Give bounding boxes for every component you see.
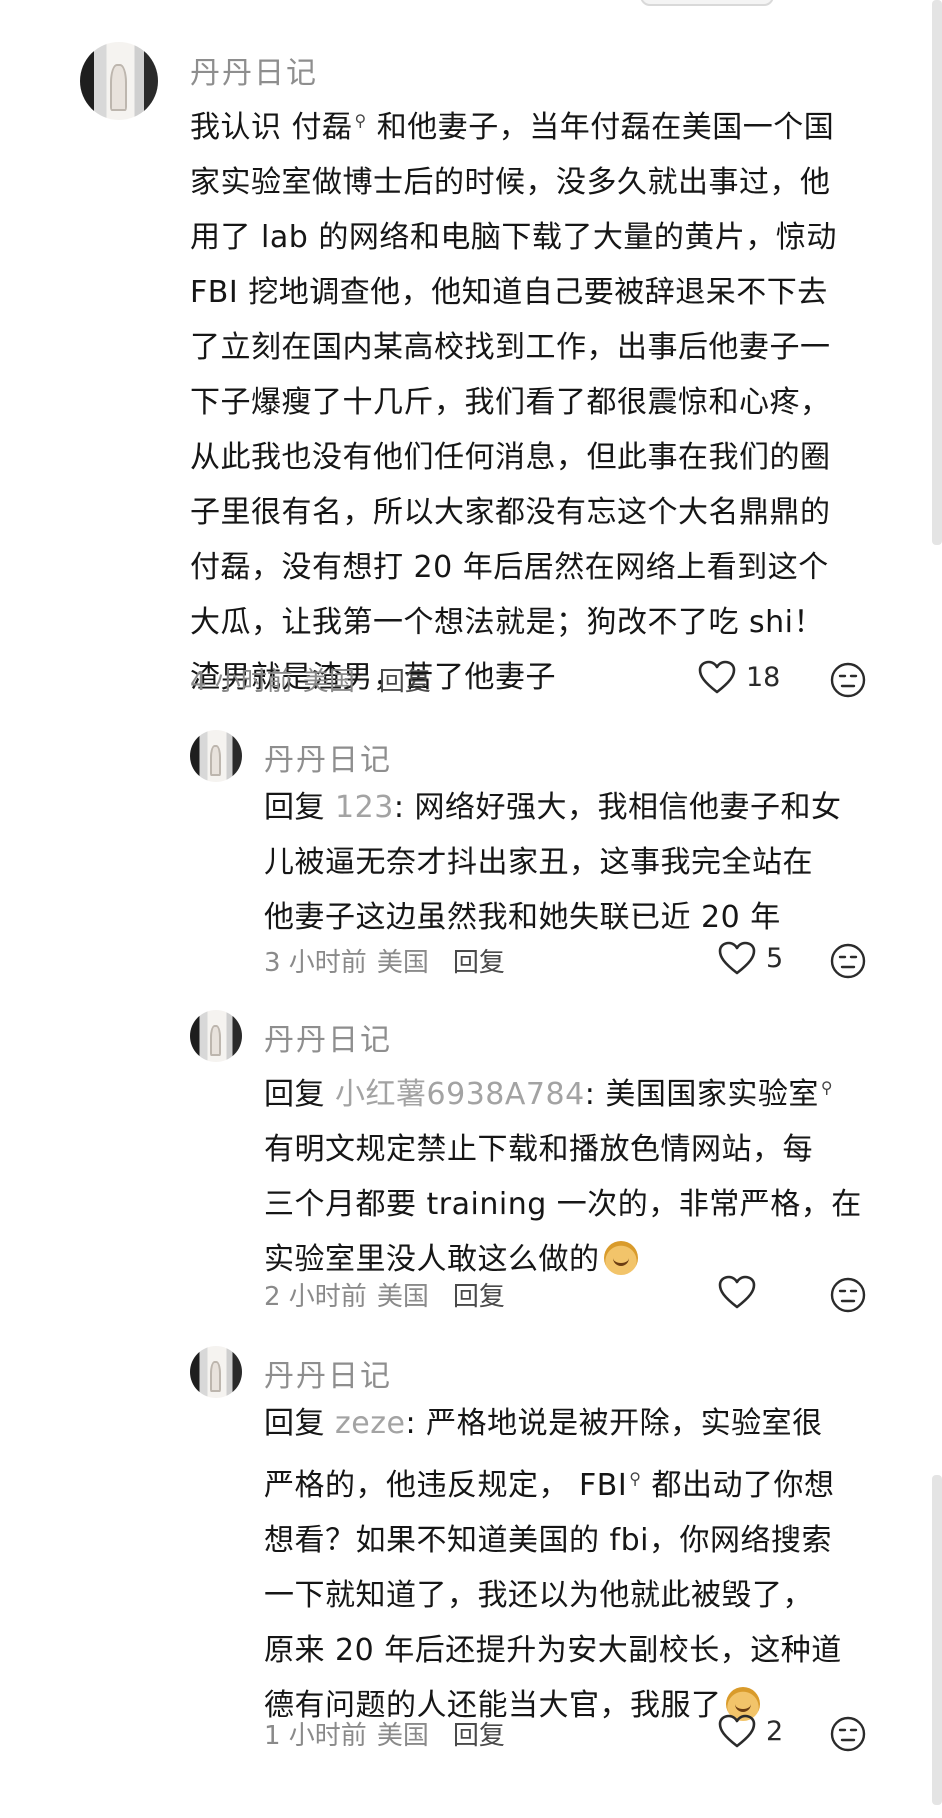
text-segment: 我认识	[190, 110, 292, 145]
text-segment: :	[405, 1406, 427, 1441]
comment-text: 回复 小红薯6938A784: 美国国家实验室 ⚲ 有明文规定禁止下载和播放色情网…	[264, 1060, 862, 1287]
text-segment: 网络好强大，我相信他妻子和女	[414, 790, 842, 825]
reply-mention[interactable]: 小红薯6938A784	[335, 1077, 585, 1112]
magnifier-icon[interactable]: ⚲	[355, 111, 367, 130]
scrollbar-track-lower[interactable]	[932, 1475, 942, 1805]
like-count: 2	[766, 1715, 784, 1747]
reply-button[interactable]: 回复	[379, 667, 431, 697]
comment-line: 一下就知道了，我还以为他就此被毁了，	[264, 1578, 813, 1613]
dislike-button[interactable]	[830, 1716, 866, 1756]
like-button[interactable]: 2	[718, 1714, 783, 1748]
comment-location: 美国	[302, 667, 355, 697]
comment-line: 他妻子这边虽然我和她失联已近 20 年	[264, 900, 781, 935]
text-segment: 实验室里没人敢这么做的	[264, 1242, 600, 1277]
reply-button[interactable]: 回复	[453, 1721, 505, 1751]
comment-location: 美国	[376, 1282, 429, 1312]
comment-line: 回复 zeze: 严格地说是被开除，实验室很	[264, 1396, 842, 1451]
comment-line: FBI 挖地调查他，他知道自己要被辞退呆不下去	[190, 275, 828, 310]
comment-line: 严格的，他违反规定， FBI ⚲ 都出动了你想	[264, 1451, 842, 1513]
like-button[interactable]	[718, 1275, 766, 1309]
heart-outline-icon	[718, 1275, 756, 1309]
unamused-face-icon	[830, 1716, 866, 1752]
comment-line: 了立刻在国内某高校找到工作，出事后他妻子一	[190, 330, 831, 365]
reply-mention[interactable]: 123	[335, 790, 394, 825]
keyword-link[interactable]: 严格的，他违反规定， FBI	[264, 1468, 627, 1503]
dislike-button[interactable]	[830, 662, 866, 702]
text-segment: :	[584, 1077, 606, 1112]
avatar[interactable]	[190, 1346, 242, 1398]
comment-meta: 4 小时前 美国 回复	[190, 661, 441, 698]
avatar[interactable]	[190, 730, 242, 782]
comment-line: 回复 小红薯6938A784: 美国国家实验室 ⚲	[264, 1060, 862, 1122]
top-pill	[640, 0, 774, 6]
heart-outline-icon	[718, 1714, 756, 1748]
scrollbar-track[interactable]	[932, 0, 942, 545]
comment-text: 回复 123: 网络好强大，我相信他妻子和女 儿被逼无奈才抖出家丑，这事我完全站…	[264, 780, 841, 945]
unamused-face-icon	[830, 662, 866, 698]
comment-meta: 1 小时前 美国 回复	[264, 1715, 515, 1752]
comment-line: 用了 lab 的网络和电脑下载了大量的黄片，惊动	[190, 220, 837, 255]
text-segment: 和他妻子，当年付磊在美国一个国	[366, 110, 835, 145]
keyword-link[interactable]: 付磊	[292, 110, 353, 145]
reply-prefix: 回复	[264, 1077, 336, 1112]
comment-line: 子里很有名，所以大家都没有忘这个大名鼎鼎的	[190, 495, 831, 530]
unamused-face-icon	[830, 1277, 866, 1313]
reply-button[interactable]: 回复	[453, 1282, 505, 1312]
comment-username[interactable]: 丹丹日记	[264, 1351, 392, 1395]
comment-line: 下子爆瘦了十几斤，我们看了都很震惊和心疼，	[190, 385, 831, 420]
comment-line: 付磊，没有想打 20 年后居然在网络上看到这个	[190, 550, 829, 585]
comment-username[interactable]: 丹丹日记	[264, 1015, 392, 1059]
like-button[interactable]: 18	[698, 660, 780, 694]
comment-location: 美国	[376, 948, 429, 978]
avatar[interactable]	[190, 1010, 242, 1062]
comment-line: 儿被逼无奈才抖出家丑，这事我完全站在	[264, 845, 813, 880]
unamused-face-icon	[830, 943, 866, 979]
comment-text: 回复 zeze: 严格地说是被开除，实验室很 严格的，他违反规定， FBI ⚲ 都…	[264, 1396, 842, 1733]
heart-outline-icon	[698, 660, 736, 694]
dislike-button[interactable]	[830, 943, 866, 983]
like-button[interactable]: 5	[718, 941, 783, 975]
comment-line: 三个月都要 training 一次的，非常严格，在	[264, 1187, 862, 1222]
keyword-link[interactable]: 美国国家实验室	[605, 1077, 819, 1112]
reply-button[interactable]: 回复	[453, 948, 505, 978]
magnifier-icon[interactable]: ⚲	[821, 1078, 833, 1097]
comment-time: 4 小时前	[190, 667, 293, 697]
reply-prefix: 回复	[264, 790, 336, 825]
comment-line: 回复 123: 网络好强大，我相信他妻子和女	[264, 780, 841, 835]
reply-prefix: 回复	[264, 1406, 336, 1441]
mango-face-emoji	[603, 1241, 638, 1275]
comment-line: 家实验室做博士后的时候，没多久就出事过，他	[190, 165, 831, 200]
avatar[interactable]	[80, 42, 158, 120]
comment-username[interactable]: 丹丹日记	[264, 735, 392, 779]
like-count: 18	[746, 661, 781, 693]
dislike-button[interactable]	[830, 1277, 866, 1317]
comment-time: 3 小时前	[264, 948, 367, 978]
comment-meta: 3 小时前 美国 回复	[264, 942, 515, 979]
comment-line: 我认识 付磊 ⚲ 和他妻子，当年付磊在美国一个国	[190, 93, 837, 155]
text-segment: :	[393, 790, 415, 825]
comment-line: 想看？如果不知道美国的 fbi，你网络搜索	[264, 1523, 832, 1558]
comment-line: 原来 20 年后还提升为安大副校长，这种道	[264, 1633, 842, 1668]
text-segment: 都出动了你想	[641, 1468, 835, 1503]
reply-mention[interactable]: zeze	[335, 1406, 405, 1441]
comment-line: 有明文规定禁止下载和播放色情网站，每	[264, 1132, 813, 1167]
comment-line: 大瓜，让我第一个想法就是；狗改不了吃 shi！	[190, 605, 825, 640]
comment-text: 我认识 付磊 ⚲ 和他妻子，当年付磊在美国一个国 家实验室做博士后的时候，没多久就…	[190, 93, 837, 705]
comment-meta: 2 小时前 美国 回复	[264, 1276, 515, 1313]
comment-location: 美国	[376, 1721, 429, 1751]
magnifier-icon[interactable]: ⚲	[629, 1469, 641, 1488]
like-count: 5	[766, 942, 784, 974]
comment-line: 从此我也没有他们任何消息，但此事在我们的圈	[190, 440, 831, 475]
comment-time: 2 小时前	[264, 1282, 367, 1312]
heart-outline-icon	[718, 941, 756, 975]
comment-time: 1 小时前	[264, 1721, 367, 1751]
text-segment: 严格地说是被开除，实验室很	[426, 1406, 823, 1441]
comment-username[interactable]: 丹丹日记	[190, 48, 318, 92]
